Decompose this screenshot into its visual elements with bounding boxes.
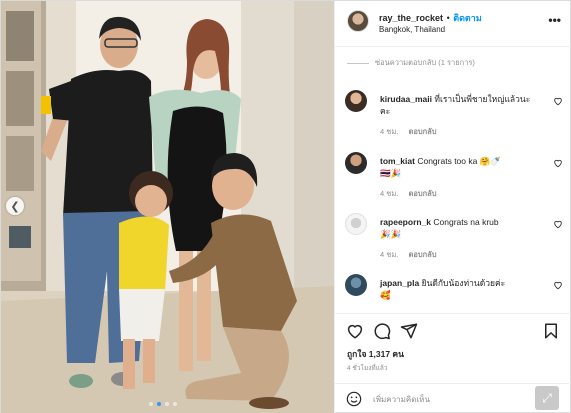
comment-time: 4 ชม. — [380, 189, 399, 198]
follow-button[interactable]: ติดตาม — [453, 13, 482, 23]
comment-heart-icon[interactable] — [553, 96, 563, 106]
post-actions: ถูกใจ 1,317 คน 4 ชั่วโมงที่แล้ว — [335, 313, 571, 383]
comment-time: 4 ชม. — [380, 127, 399, 136]
photo-illustration — [1, 1, 334, 413]
carousel-dot — [165, 402, 169, 406]
expand-button[interactable]: ⤢ — [535, 386, 559, 410]
comment-text: Congrats na krub — [433, 217, 499, 227]
comment-username[interactable]: japan_pla — [380, 278, 419, 288]
comment-heart-icon[interactable] — [553, 158, 563, 168]
comment-meta: 4 ชม. ตอบกลับ — [380, 188, 445, 200]
carousel-dots — [149, 402, 177, 406]
separator-dot: • — [446, 13, 450, 23]
carousel-dot-active — [157, 402, 161, 406]
comment-time: 4 ชม. — [380, 250, 399, 259]
comment-meta: 4 ชม. ตอบกลับ — [380, 126, 445, 138]
comment-username[interactable]: kirudaa_maii — [380, 94, 432, 104]
comment-bubble-icon[interactable] — [373, 322, 391, 340]
commenter-avatar[interactable] — [345, 152, 367, 174]
reply-button[interactable]: ตอบกลับ — [408, 127, 436, 136]
more-dots-icon: ••• — [548, 13, 561, 27]
comment-emoji-line: 🥰 — [380, 290, 391, 300]
divider-line — [347, 62, 369, 64]
commenter-avatar[interactable] — [345, 274, 367, 296]
comment-username[interactable]: tom_kiat — [380, 156, 415, 166]
expand-arrows-icon: ⤢ — [542, 390, 552, 405]
comment-body: japan_pla ยินดีกับน้องท่านด้วยค่ะ 🥰 — [380, 277, 538, 301]
post-timestamp: 4 ชั่วโมงที่แล้ว — [347, 365, 388, 372]
reply-button[interactable]: ตอบกลับ — [408, 250, 436, 259]
post-modal: ❮ ray_the_rocket • ติดตาม Bangkok, Thail… — [0, 0, 571, 413]
smiley-icon[interactable] — [346, 391, 362, 407]
comment-text: ยินดีกับน้องท่านด้วยค่ะ — [421, 278, 506, 288]
comment-body: kirudaa_maii ที่เราเป็นพี่ชายใหญ่แล้วนะค… — [380, 93, 538, 117]
comment-heart-icon[interactable] — [553, 219, 563, 229]
comment-emoji-line: 🎉🎉 — [380, 229, 402, 239]
commenter-avatar[interactable] — [345, 213, 367, 235]
likes-count[interactable]: ถูกใจ 1,317 คน — [347, 347, 404, 361]
comment-text: Congrats too ka 🤗🍼 — [417, 156, 501, 166]
more-options-button[interactable]: ••• — [548, 13, 561, 27]
comment-body: tom_kiat Congrats too ka 🤗🍼 🇹🇭🎉 — [380, 155, 538, 179]
comment-emoji-line: 🇹🇭🎉 — [380, 168, 402, 178]
post-header: ray_the_rocket • ติดตาม Bangkok, Thailan… — [335, 1, 571, 47]
author-line: ray_the_rocket • ติดตาม — [379, 11, 482, 25]
paper-plane-icon[interactable] — [400, 322, 418, 340]
comment-input[interactable] — [373, 392, 513, 406]
comments-list[interactable]: ซ่อนความตอบกลับ (1 รายการ) kirudaa_maii … — [335, 48, 571, 313]
commenter-avatar[interactable] — [345, 90, 367, 112]
post-side-panel: ray_the_rocket • ติดตาม Bangkok, Thailan… — [334, 1, 571, 413]
post-location[interactable]: Bangkok, Thailand — [379, 25, 445, 34]
carousel-prev-button[interactable]: ❮ — [6, 197, 24, 215]
bookmark-icon[interactable] — [542, 322, 560, 340]
add-comment-bar: ⤢ — [335, 383, 571, 413]
hide-replies-button[interactable]: ซ่อนความตอบกลับ (1 รายการ) — [347, 57, 475, 69]
comment-username[interactable]: rapeeporn_k — [380, 217, 431, 227]
chevron-left-icon: ❮ — [10, 200, 20, 213]
comment-heart-icon[interactable] — [553, 280, 563, 290]
hide-replies-label: ซ่อนความตอบกลับ (1 รายการ) — [375, 58, 475, 67]
post-photo[interactable]: ❮ — [1, 1, 334, 413]
author-username[interactable]: ray_the_rocket — [379, 13, 443, 23]
heart-icon[interactable] — [346, 322, 364, 340]
comment-body: rapeeporn_k Congrats na krub 🎉🎉 — [380, 216, 538, 240]
carousel-dot — [173, 402, 177, 406]
author-avatar[interactable] — [347, 10, 369, 32]
reply-button[interactable]: ตอบกลับ — [408, 189, 436, 198]
comment-meta: 4 ชม. ตอบกลับ — [380, 249, 445, 261]
carousel-dot — [149, 402, 153, 406]
